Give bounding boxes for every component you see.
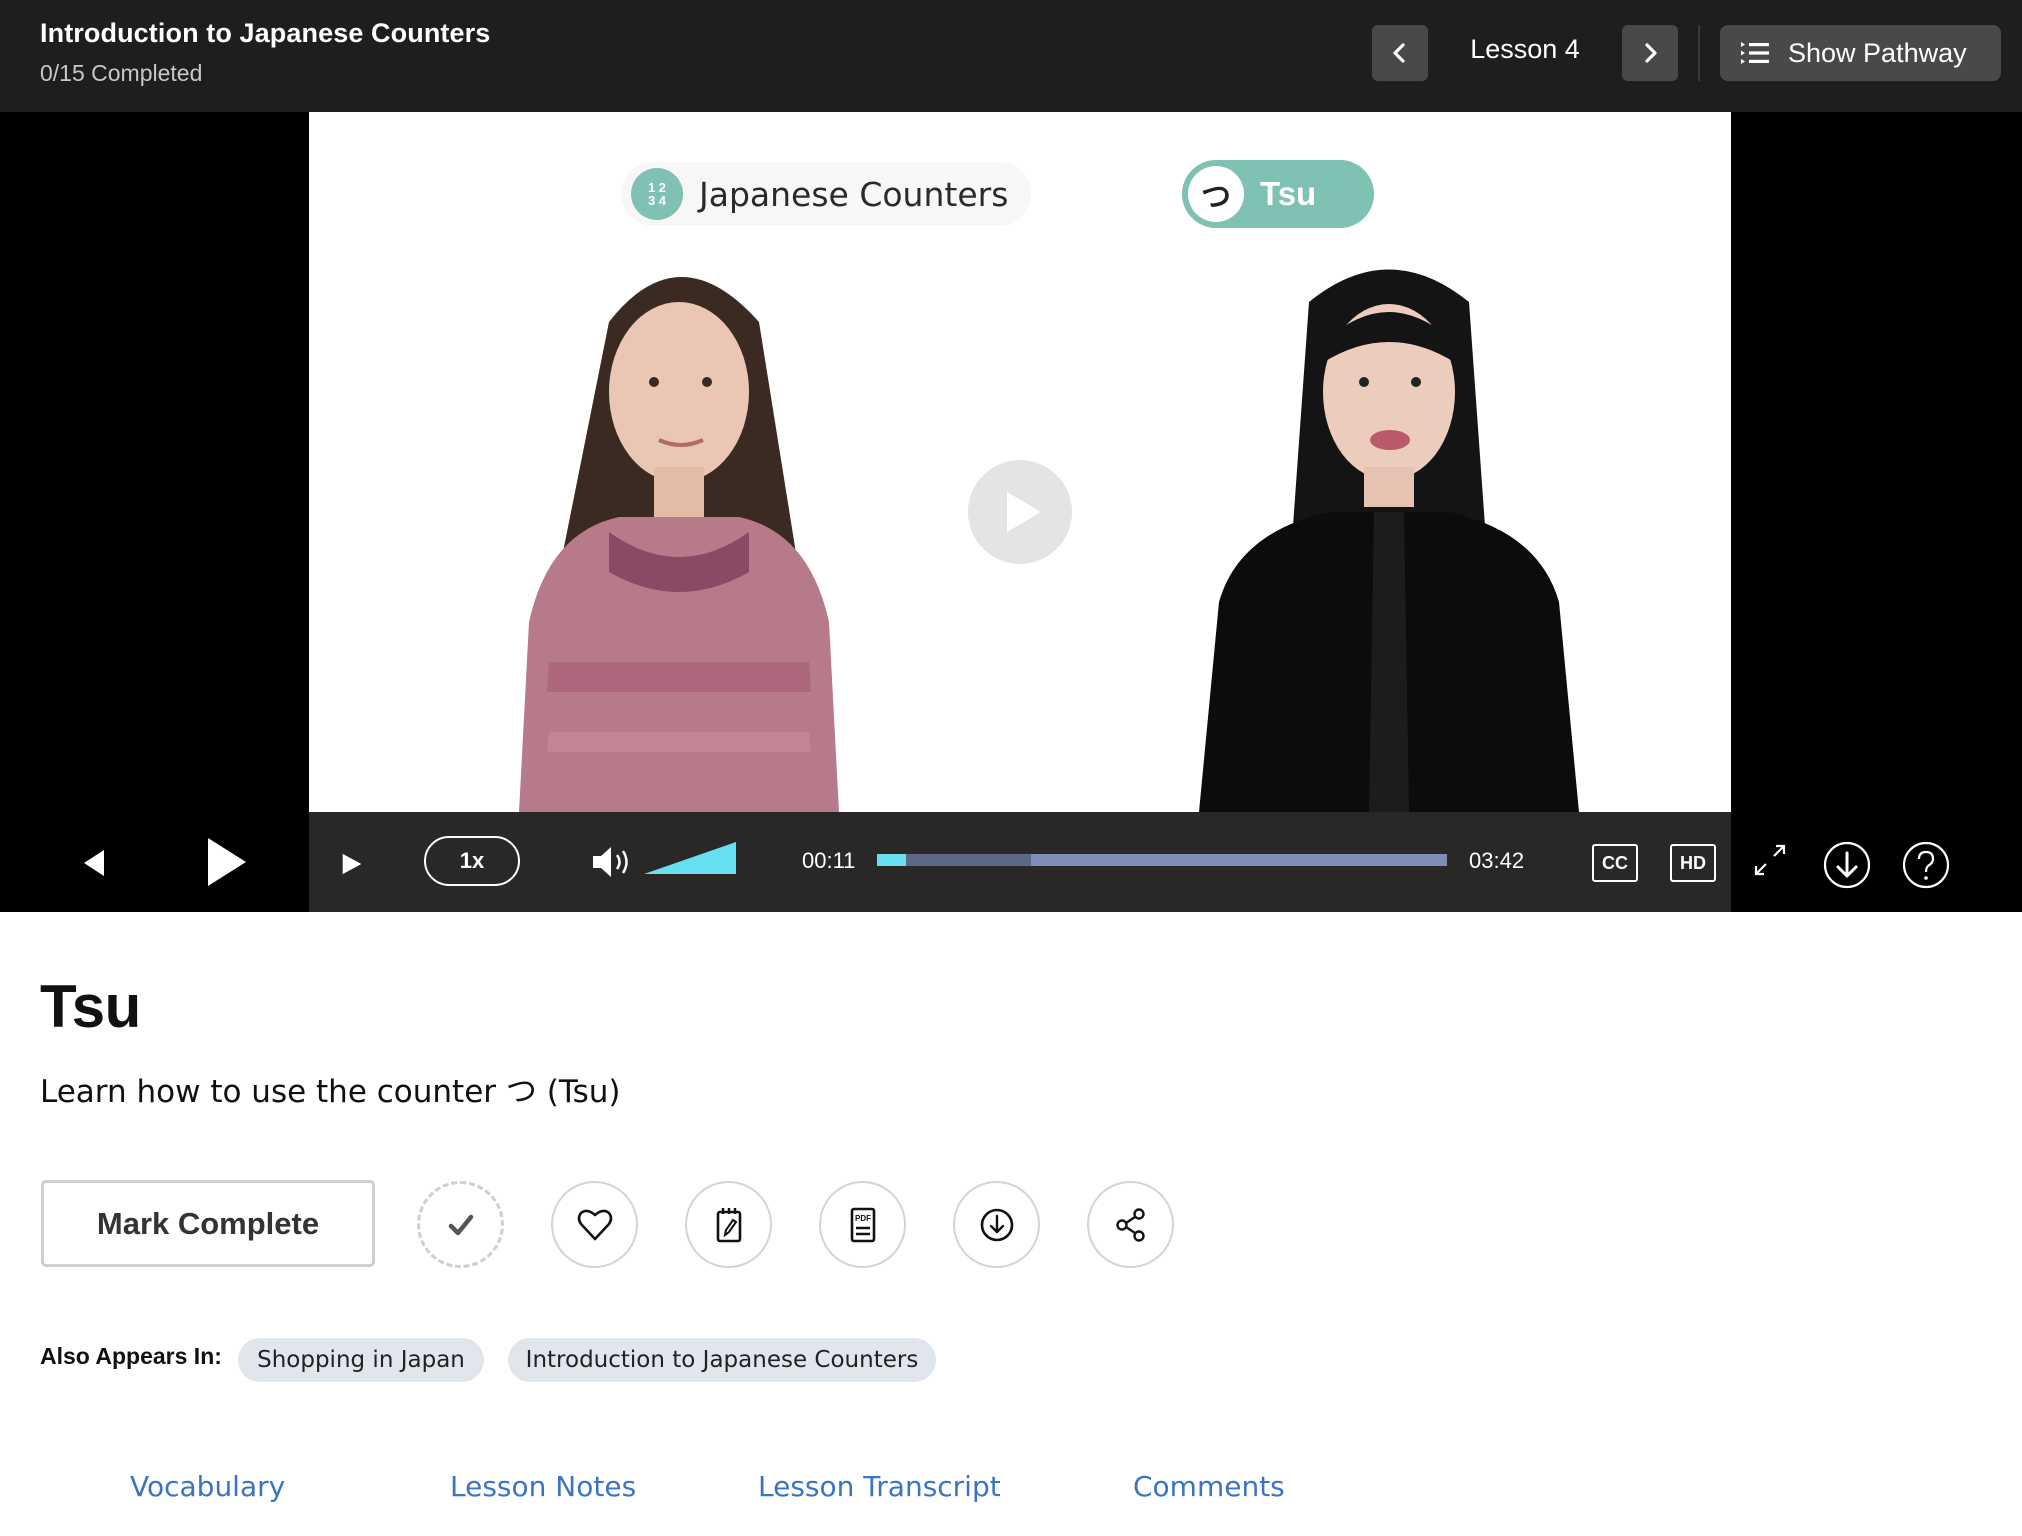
question-circle-icon bbox=[1902, 841, 1950, 889]
help-button[interactable] bbox=[1902, 841, 1950, 889]
video-download-button[interactable] bbox=[1823, 841, 1871, 889]
header-divider bbox=[1698, 25, 1700, 81]
fullscreen-button[interactable] bbox=[1750, 840, 1790, 880]
seek-bar-played bbox=[877, 854, 906, 866]
tab-vocabulary[interactable]: Vocabulary bbox=[130, 1470, 285, 1503]
video-control-bar: 1x 00:11 03:42 CC HD bbox=[309, 812, 1731, 912]
pdf-icon: PDF bbox=[850, 1207, 875, 1242]
course-title[interactable]: Introduction to Japanese Counters bbox=[40, 18, 490, 49]
also-appears-chip[interactable]: Introduction to Japanese Counters bbox=[508, 1338, 936, 1382]
video-series-tag: 1 23 4 Japanese Counters bbox=[621, 162, 1031, 226]
share-icon bbox=[1115, 1207, 1145, 1242]
speaker-icon bbox=[593, 847, 628, 877]
download-icon bbox=[980, 1208, 1013, 1241]
completion-status-button[interactable] bbox=[417, 1181, 504, 1268]
closed-captions-button[interactable]: CC bbox=[1592, 844, 1638, 882]
play-icon bbox=[1007, 492, 1041, 532]
lesson-number-label: Lesson 4 bbox=[1470, 34, 1580, 64]
pdf-button[interactable]: PDF bbox=[819, 1181, 906, 1268]
list-icon bbox=[1741, 42, 1769, 64]
favorite-button[interactable] bbox=[551, 1181, 638, 1268]
video-series-tag-text: Japanese Counters bbox=[699, 174, 1009, 214]
counters-badge-icon: 1 23 4 bbox=[631, 168, 683, 220]
play-icon bbox=[342, 853, 362, 875]
top-bar: Introduction to Japanese Counters 0/15 C… bbox=[0, 0, 2022, 112]
volume-level-shape bbox=[644, 842, 736, 874]
lesson-description: Learn how to use the counter つ (Tsu) bbox=[40, 1074, 621, 1110]
tab-lesson-transcript[interactable]: Lesson Transcript bbox=[758, 1470, 1001, 1503]
also-appears-in-label: Also Appears In: bbox=[40, 1343, 222, 1369]
also-appears-chip[interactable]: Shopping in Japan bbox=[238, 1338, 484, 1382]
heart-icon bbox=[577, 1209, 612, 1240]
tsu-badge-icon: つ bbox=[1188, 166, 1244, 222]
tab-comments[interactable]: Comments bbox=[1133, 1470, 1285, 1503]
main-play-button[interactable] bbox=[204, 834, 250, 890]
previous-track-button[interactable] bbox=[84, 850, 114, 876]
svg-text:PDF: PDF bbox=[855, 1214, 871, 1223]
download-circle-icon bbox=[1823, 841, 1871, 889]
big-play-button[interactable] bbox=[968, 460, 1072, 564]
triangle-left-icon bbox=[84, 850, 104, 876]
tab-lesson-notes[interactable]: Lesson Notes bbox=[450, 1470, 636, 1503]
mark-complete-button[interactable]: Mark Complete bbox=[41, 1180, 375, 1267]
video-player[interactable]: 1 23 4 Japanese Counters つ Tsu 1x 00:11 … bbox=[0, 112, 2022, 912]
mute-button[interactable] bbox=[591, 844, 635, 880]
video-frame[interactable]: 1 23 4 Japanese Counters つ Tsu bbox=[309, 112, 1731, 812]
notes-button[interactable] bbox=[685, 1181, 772, 1268]
download-button[interactable] bbox=[953, 1181, 1040, 1268]
hd-quality-button[interactable]: HD bbox=[1670, 844, 1716, 882]
chevron-right-icon bbox=[1645, 43, 1657, 63]
current-time: 00:11 bbox=[802, 848, 856, 873]
video-lesson-tag-text: Tsu bbox=[1260, 175, 1317, 212]
play-pause-button[interactable] bbox=[339, 850, 365, 878]
playback-speed-button[interactable]: 1x bbox=[424, 836, 520, 886]
total-duration: 03:42 bbox=[1469, 848, 1525, 873]
presenter-left-image bbox=[519, 277, 839, 812]
share-button[interactable] bbox=[1087, 1181, 1174, 1268]
checkmark-icon bbox=[448, 1214, 473, 1235]
show-pathway-label: Show Pathway bbox=[1788, 37, 1967, 68]
volume-slider[interactable] bbox=[644, 842, 736, 876]
next-lesson-button[interactable] bbox=[1622, 25, 1678, 81]
presenter-right-image bbox=[1199, 269, 1579, 812]
show-pathway-button[interactable]: Show Pathway bbox=[1720, 25, 2001, 81]
course-progress-text: 0/15 Completed bbox=[40, 60, 203, 86]
notepad-icon bbox=[716, 1207, 741, 1242]
previous-lesson-button[interactable] bbox=[1372, 25, 1428, 81]
lesson-title: Tsu bbox=[40, 973, 141, 1040]
video-lesson-tag: つ Tsu bbox=[1182, 160, 1374, 228]
chevron-left-icon bbox=[1393, 43, 1405, 63]
expand-arrows-icon bbox=[1754, 844, 1786, 876]
play-icon bbox=[208, 838, 246, 886]
seek-bar[interactable] bbox=[877, 854, 1447, 866]
